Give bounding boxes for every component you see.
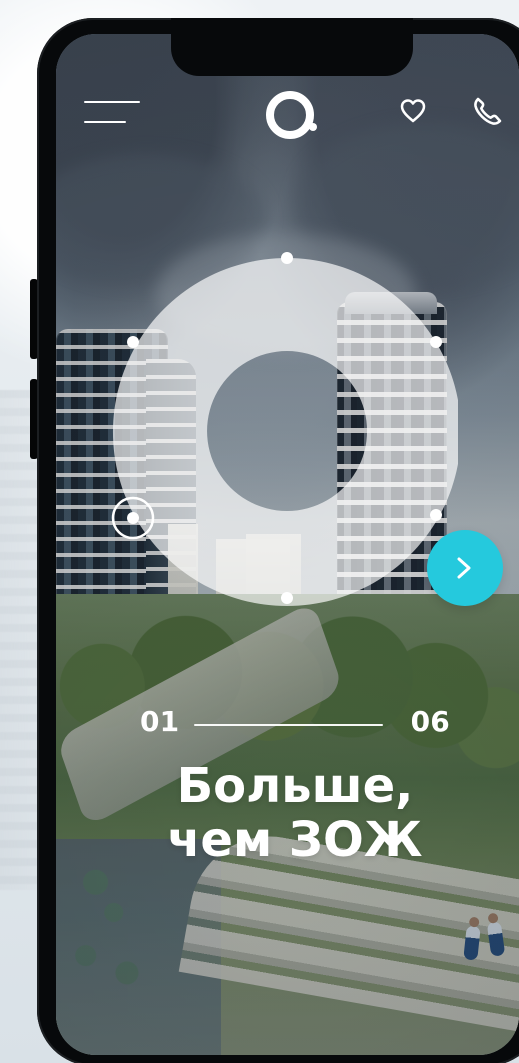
hero-ring-dot-right-top: [430, 336, 442, 348]
app-screenshot: 01 06 Больше, чем ЗОЖ: [0, 0, 519, 1063]
hero-title-line-1: Больше,: [176, 758, 414, 814]
menu-button[interactable]: [84, 101, 142, 125]
menu-icon: [84, 101, 140, 103]
phone-icon[interactable]: [468, 93, 506, 131]
chevron-right-icon: [457, 557, 471, 579]
menu-icon: [84, 121, 126, 123]
brand-logo-ring: [266, 91, 314, 139]
hero-ring-dot-bottom: [281, 592, 293, 604]
people-group: [461, 904, 517, 974]
slide-progress-line: [194, 724, 383, 726]
hero-graphic: [110, 244, 458, 616]
hero-ring-dot-left-top: [127, 336, 139, 348]
phone-notch: [171, 18, 413, 76]
hero-title: Больше, чем ЗОЖ: [145, 759, 445, 867]
hero-ring-shape: [112, 258, 458, 606]
brand-logo-icon[interactable]: [266, 91, 320, 139]
total-slide-number: 06: [410, 705, 450, 738]
next-slide-button[interactable]: [427, 530, 503, 606]
hero-ring-dot-top: [281, 252, 293, 264]
current-slide-number: 01: [140, 705, 180, 738]
brand-logo-dot: [309, 123, 317, 131]
heart-icon[interactable]: [398, 96, 428, 126]
hero-selected-marker-center: [127, 512, 139, 524]
hero-ring-dot-right-bottom: [430, 509, 442, 521]
seated-person: [486, 921, 506, 957]
hero-title-line-2: чем ЗОЖ: [167, 812, 423, 868]
seated-person: [463, 925, 481, 961]
slide-counter: 01 06: [140, 708, 450, 746]
